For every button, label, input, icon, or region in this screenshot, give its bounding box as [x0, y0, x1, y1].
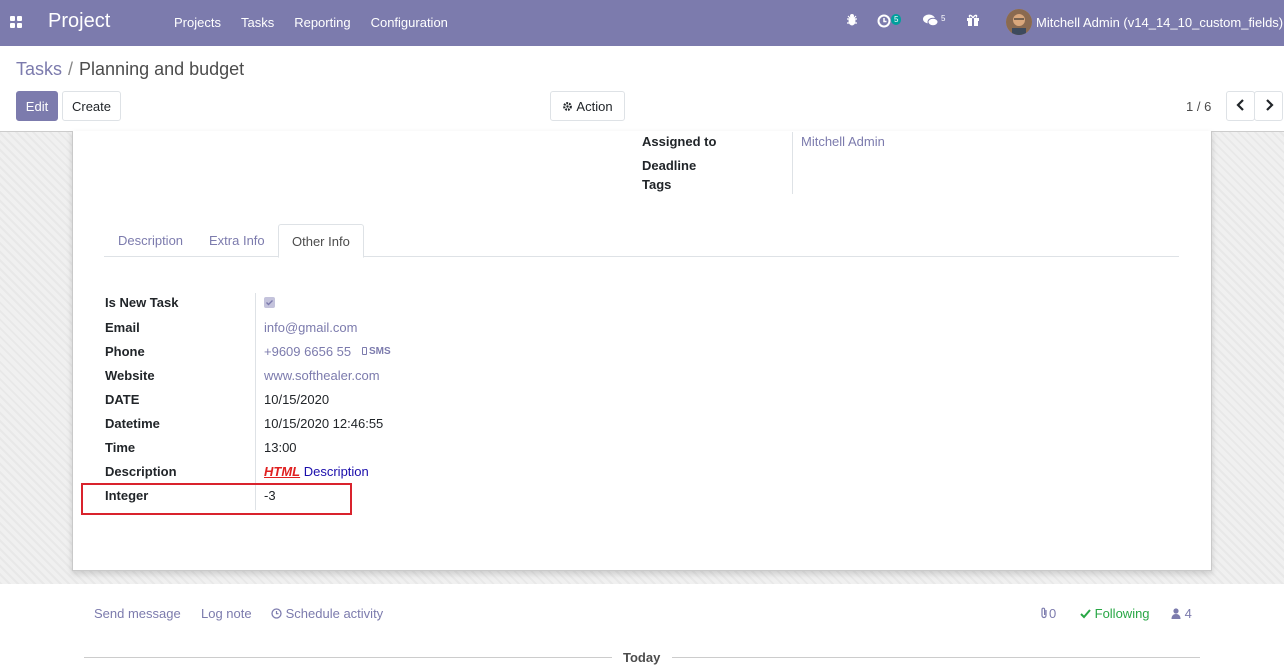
send-message-button[interactable]: Send message	[94, 606, 181, 621]
action-label: Action	[576, 98, 613, 114]
phone-label: Phone	[105, 344, 145, 359]
website-label: Website	[105, 368, 155, 383]
followers-button[interactable]: 4	[1171, 606, 1192, 622]
user-menu[interactable]: Mitchell Admin (v14_14_10_custom_fields)	[1036, 15, 1283, 30]
top-navbar: Project Projects Tasks Reporting Configu…	[0, 0, 1284, 46]
field-divider	[255, 293, 256, 510]
apps-menu-icon[interactable]	[10, 16, 23, 29]
schedule-activity-label: Schedule activity	[285, 606, 384, 621]
pager-previous-button[interactable]	[1226, 91, 1255, 121]
app-title: Project	[48, 10, 111, 32]
phone-value[interactable]: +9609 6656 55	[264, 344, 351, 359]
menu-tasks[interactable]: Tasks	[231, 15, 284, 30]
schedule-activity-button[interactable]: Schedule activity	[271, 606, 383, 622]
clock-icon	[271, 607, 282, 622]
date-label: DATE	[105, 392, 140, 407]
tab-extra-info[interactable]: Extra Info	[196, 224, 278, 257]
gift-icon[interactable]	[966, 13, 984, 31]
tags-label: Tags	[642, 177, 672, 192]
breadcrumb-current: Planning and budget	[79, 59, 245, 79]
description-html-word: HTML	[264, 464, 301, 479]
breadcrumb: Tasks / Planning and budget	[16, 59, 244, 80]
today-divider-right	[672, 657, 1200, 658]
breadcrumb-tasks[interactable]: Tasks	[16, 59, 62, 79]
is-new-task-checkbox[interactable]	[264, 297, 275, 308]
today-divider-left	[84, 657, 612, 658]
menu-reporting[interactable]: Reporting	[284, 15, 360, 30]
chevron-right-icon	[1264, 98, 1274, 114]
debug-bug-icon[interactable]	[845, 13, 863, 31]
user-avatar[interactable]	[1006, 9, 1032, 35]
check-icon	[1080, 607, 1091, 622]
pager-value[interactable]: 1 / 6	[1186, 99, 1211, 114]
log-note-button[interactable]: Log note	[201, 606, 252, 621]
time-label: Time	[105, 440, 136, 455]
menu-projects[interactable]: Projects	[164, 15, 231, 30]
mobile-icon	[362, 347, 367, 355]
following-label: Following	[1094, 606, 1150, 621]
description-label: Description	[105, 464, 177, 479]
is-new-task-label: Is New Task	[105, 295, 179, 310]
sms-label: SMS	[369, 346, 391, 357]
main-menu: Projects Tasks Reporting Configuration	[164, 15, 458, 30]
sms-button[interactable]: SMS	[362, 346, 391, 357]
today-label: Today	[623, 650, 661, 665]
activity-count-badge: 5	[891, 14, 902, 25]
user-icon	[1171, 607, 1181, 622]
description-text: Description	[303, 464, 369, 479]
email-label: Email	[105, 320, 140, 335]
notebook-tabs: Description Extra Info Other Info	[104, 224, 1179, 258]
chevron-left-icon	[1235, 98, 1246, 114]
deadline-label: Deadline	[642, 158, 697, 173]
pager-next-button[interactable]	[1254, 91, 1283, 121]
field-divider	[792, 132, 793, 194]
datetime-value: 10/15/2020 12:46:55	[264, 416, 384, 431]
breadcrumb-separator: /	[68, 59, 74, 79]
edit-button[interactable]: Edit	[16, 91, 58, 121]
datetime-label: Datetime	[105, 416, 160, 431]
time-value: 13:00	[264, 440, 297, 455]
email-value[interactable]: info@gmail.com	[264, 320, 357, 335]
messages-count-badge: 5	[941, 14, 946, 23]
gear-icon	[562, 101, 573, 112]
action-button[interactable]: Action	[550, 91, 625, 121]
attachments-button[interactable]: 0	[1039, 606, 1056, 622]
website-value[interactable]: www.softhealer.com	[264, 368, 380, 383]
following-button[interactable]: Following	[1080, 606, 1150, 622]
date-value: 10/15/2020	[264, 392, 330, 407]
description-value: HTML Description	[264, 464, 369, 479]
assigned-to-value[interactable]: Mitchell Admin	[801, 134, 885, 149]
tab-other-info[interactable]: Other Info	[278, 224, 364, 258]
paperclip-icon	[1039, 607, 1049, 622]
followers-count: 4	[1184, 606, 1192, 621]
menu-configuration[interactable]: Configuration	[361, 15, 458, 30]
create-button[interactable]: Create	[62, 91, 121, 121]
attachments-count: 0	[1049, 606, 1057, 621]
tab-description[interactable]: Description	[105, 224, 196, 257]
assigned-to-label: Assigned to	[642, 134, 717, 149]
integer-highlight-box	[81, 483, 352, 515]
